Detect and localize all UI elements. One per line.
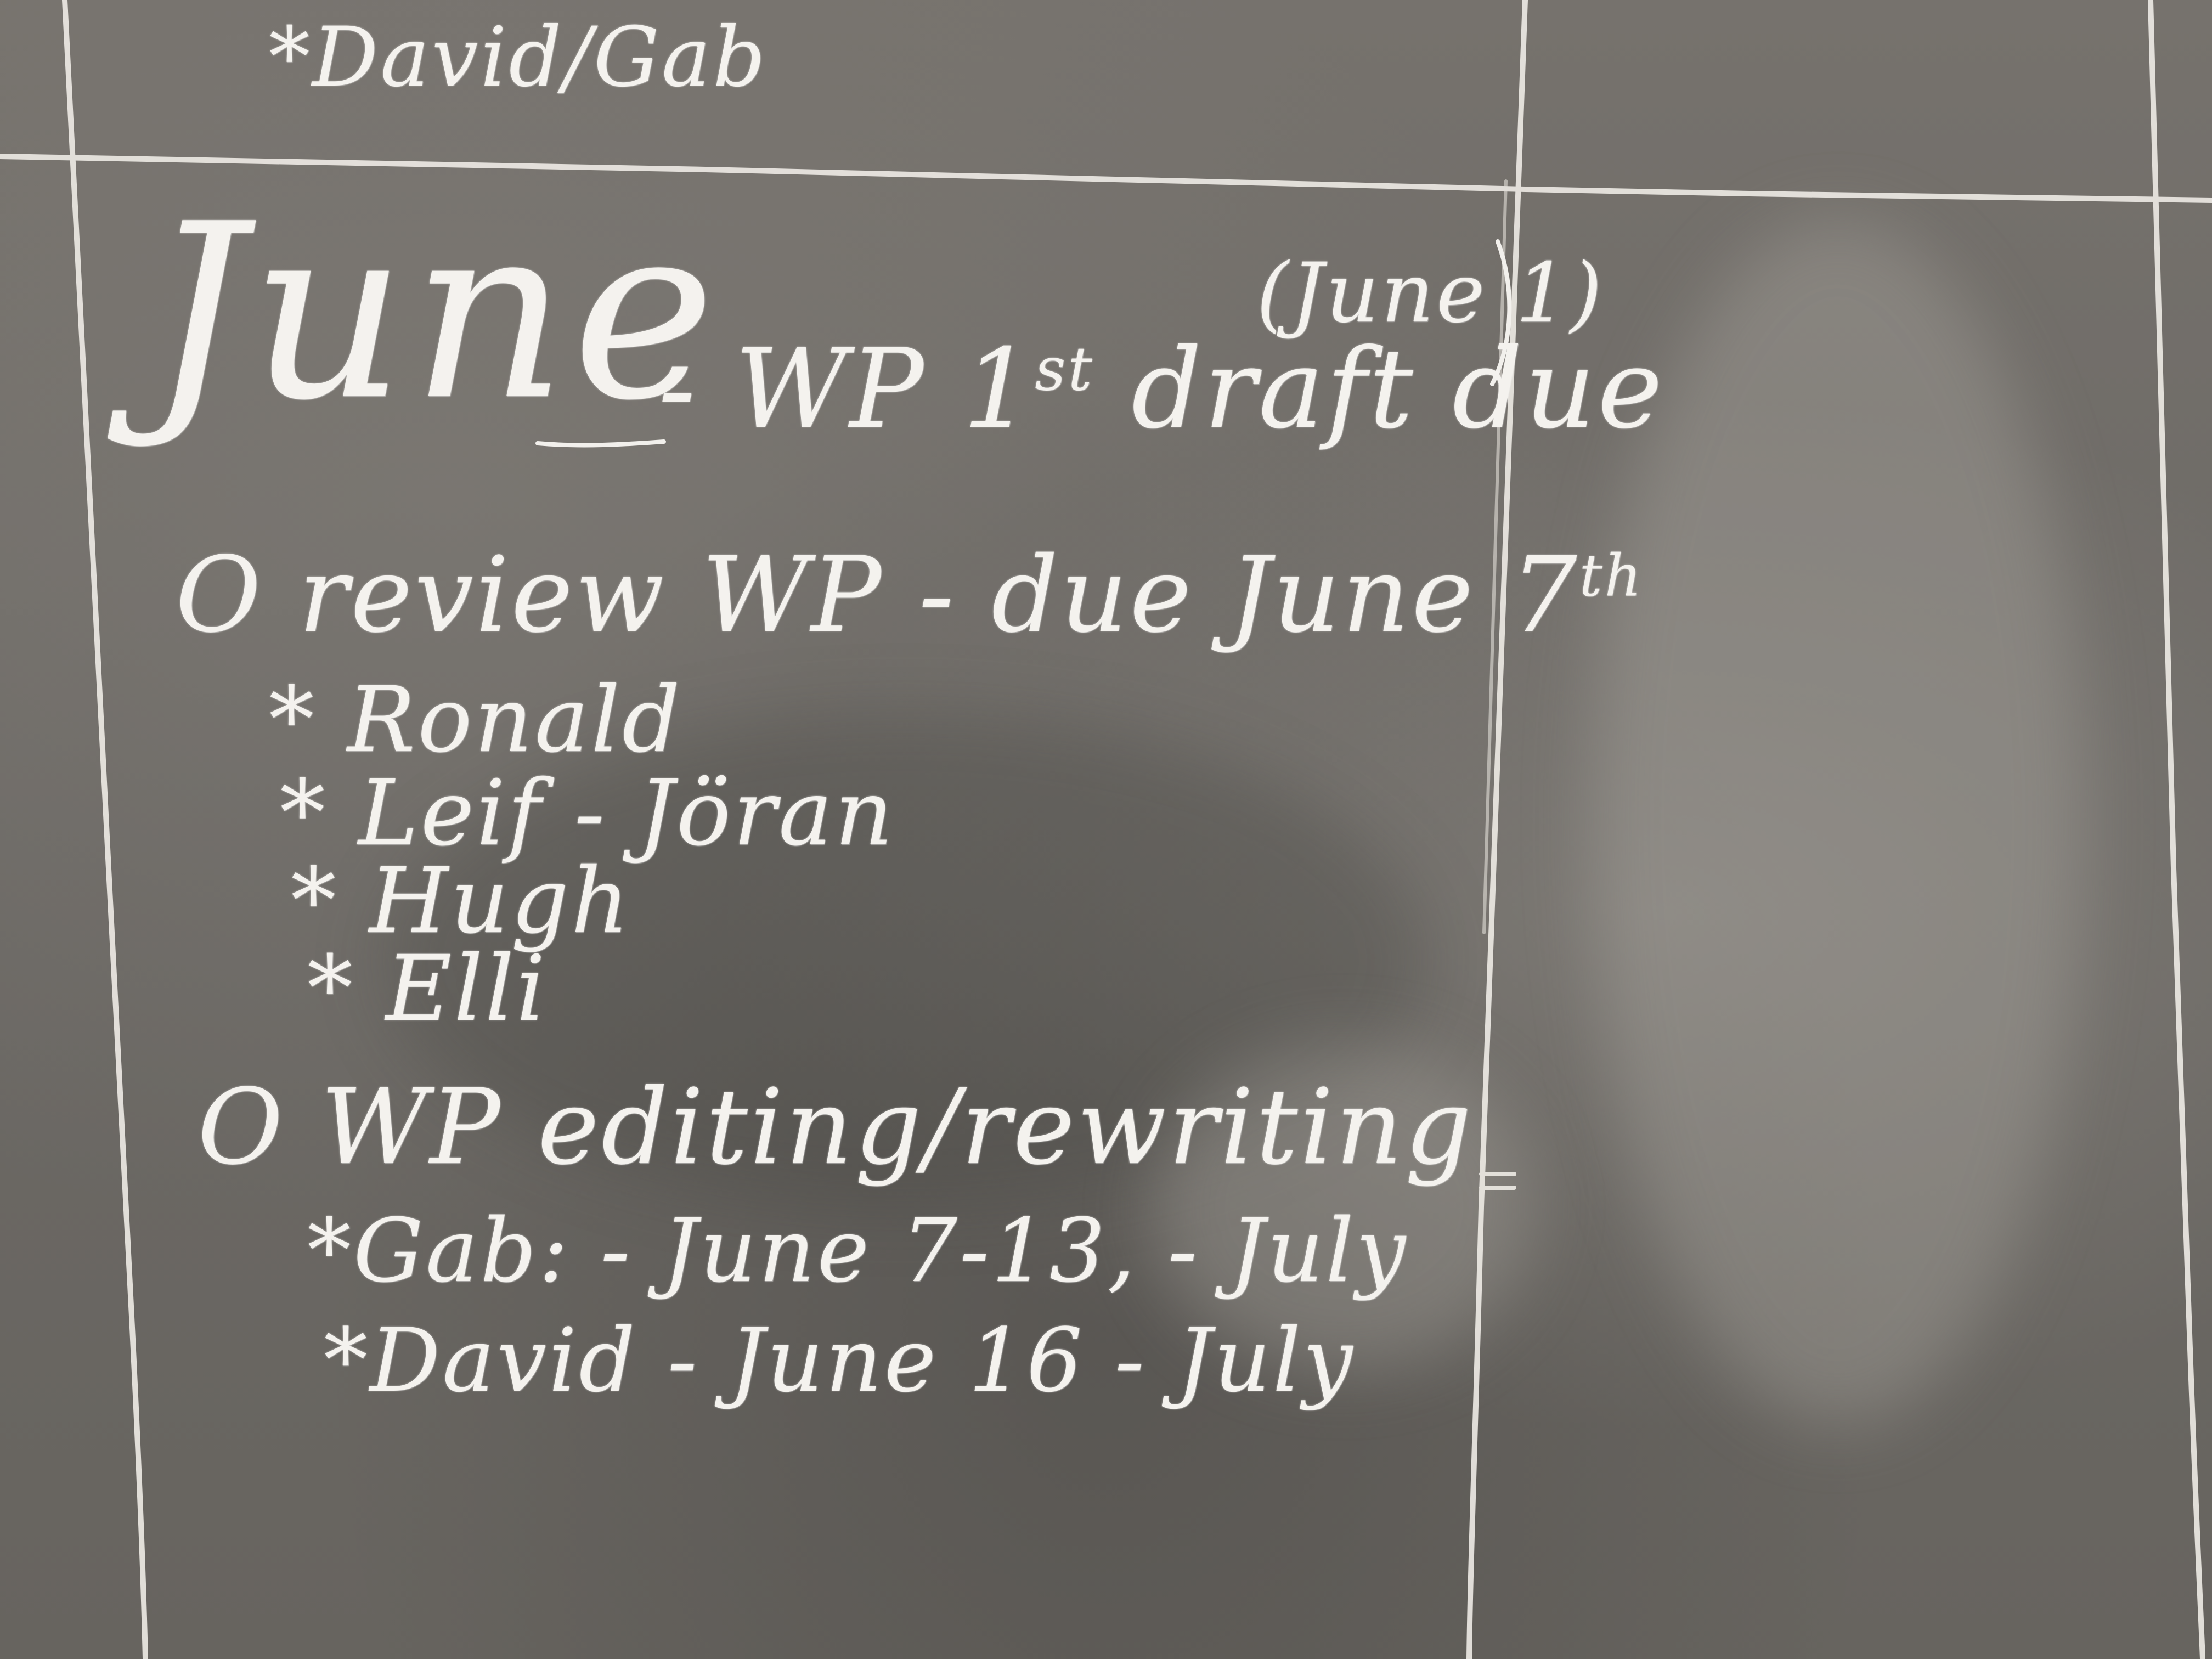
month-heading: June — [148, 172, 721, 453]
draft-task-sup: st — [1035, 334, 1094, 404]
editing-title-text-2: rewriting — [961, 1066, 1474, 1188]
list-item: *David - June 16 - July — [324, 1309, 1355, 1412]
draft-task-text: - WP 1 — [658, 325, 1035, 453]
list-item: * Elli — [307, 936, 548, 1041]
editing-section-title: O WP editing/rewriting — [198, 1075, 1474, 1180]
right-vertical-chalk-line — [2148, 0, 2205, 1659]
review-title-text: O review WP - due June 7 — [176, 534, 1579, 656]
review-section-title: O review WP - due June 7th — [176, 543, 1644, 647]
draft-task-rest: draft due — [1131, 325, 1665, 453]
list-item: *Gab: - June 7-13, - July — [307, 1199, 1408, 1302]
left-vertical-chalk-line — [62, 0, 148, 1659]
list-item: * Hugh — [291, 848, 631, 953]
list-item: * Ronald — [269, 667, 682, 772]
review-title-sup: th — [1579, 542, 1644, 610]
due-date-note: (June 1) — [1256, 246, 1605, 341]
draft-due-heading: - WP 1st draft due — [658, 335, 1664, 444]
top-item-text: *David/Gab — [269, 10, 768, 105]
chalkboard: *David/Gab June - WP 1st draft due (June… — [0, 0, 2212, 1659]
editing-title-text: O WP editing/ — [198, 1066, 961, 1188]
list-item: * Leif - Jöran — [280, 760, 895, 866]
